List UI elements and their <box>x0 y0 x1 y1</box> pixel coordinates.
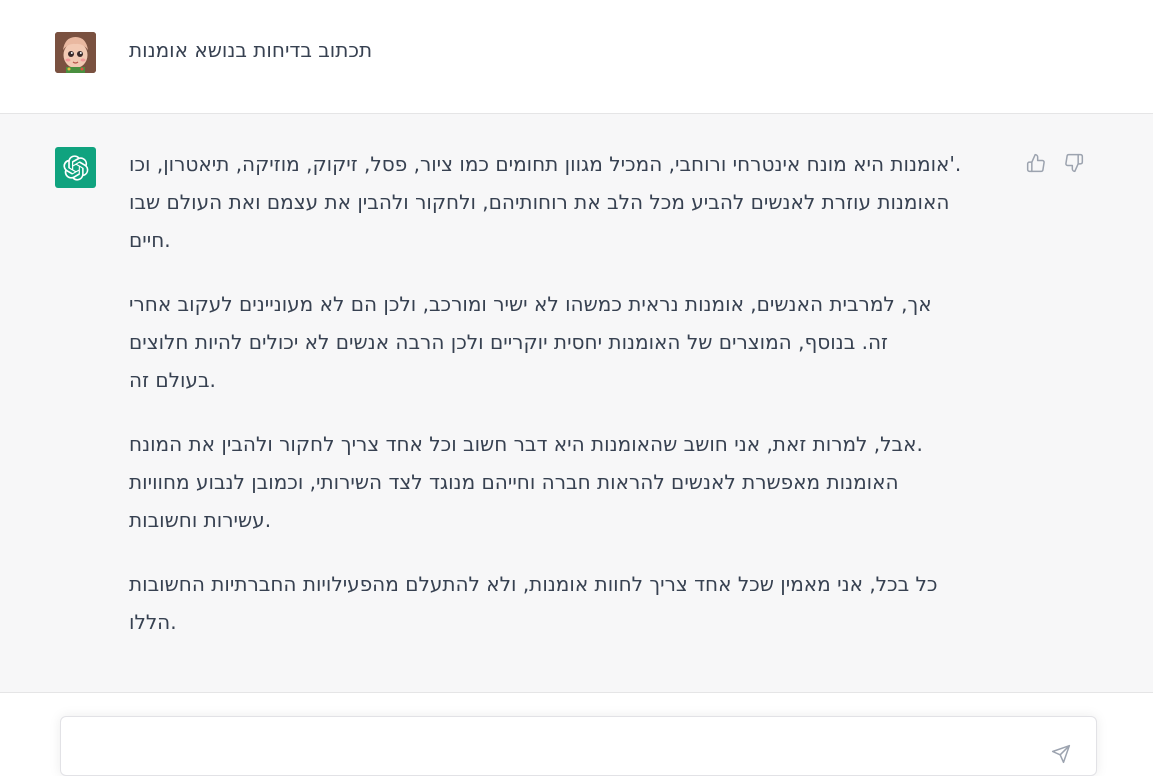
thumbs-down-icon <box>1065 153 1084 173</box>
user-avatar <box>55 32 96 73</box>
assistant-paragraph: אך, למרבית האנשים, אומנות נראית כמשהו לא… <box>129 285 1011 399</box>
assistant-message-text: אומנות היא מונח אינטרחי ורוחבי, המכיל מג… <box>129 145 1011 667</box>
thumbs-up-button[interactable] <box>1023 150 1049 176</box>
user-message-text: תכתוב בדיחות בנושא אומנות <box>129 38 373 62</box>
assistant-message-row: אומנות היא מונח אינטרחי ורוחבי, המכיל מג… <box>0 114 1153 693</box>
paragraph-line: עשירות וחשובות. <box>129 508 272 532</box>
paragraph-line: בעולם זה. <box>129 368 216 392</box>
paragraph-line: הללו. <box>129 610 177 634</box>
paragraph-line: אך, למרבית האנשים, אומנות נראית כמשהו לא… <box>129 292 932 316</box>
paragraph-line: אומנות היא מונח אינטרחי ורוחבי, המכיל מג… <box>129 152 962 176</box>
paragraph-line: זה. בנוסף, המוצרים של האומנות יחסית יוקר… <box>129 330 888 354</box>
send-button[interactable] <box>1046 739 1076 769</box>
paragraph-line: כל בכל, אני מאמין שכל אחד צריך לחוות אומ… <box>129 572 938 596</box>
paragraph-line: האומנות עוזרת לאנשים להביע מכל הלב את רו… <box>129 190 950 214</box>
paragraph-line: האומנות מאפשרת לאנשים להראות חברה וחייהם… <box>129 470 899 494</box>
paragraph-line: אבל, למרות זאת, אני חושב שהאומנות היא דב… <box>129 432 923 456</box>
thumbs-down-button[interactable] <box>1061 150 1087 176</box>
assistant-paragraph: אבל, למרות זאת, אני חושב שהאומנות היא דב… <box>129 425 1011 539</box>
assistant-paragraph: כל בכל, אני מאמין שכל אחד צריך לחוות אומ… <box>129 565 1011 641</box>
user-message-row: תכתוב בדיחות בנושא אומנות <box>0 0 1153 114</box>
send-icon <box>1051 744 1071 764</box>
thumbs-up-icon <box>1026 153 1045 173</box>
message-input[interactable] <box>77 729 1037 759</box>
paragraph-line: חיים. <box>129 228 171 252</box>
message-composer <box>60 716 1097 776</box>
assistant-paragraph: אומנות היא מונח אינטרחי ורוחבי, המכיל מג… <box>129 145 1011 259</box>
openai-logo-icon <box>55 147 96 188</box>
